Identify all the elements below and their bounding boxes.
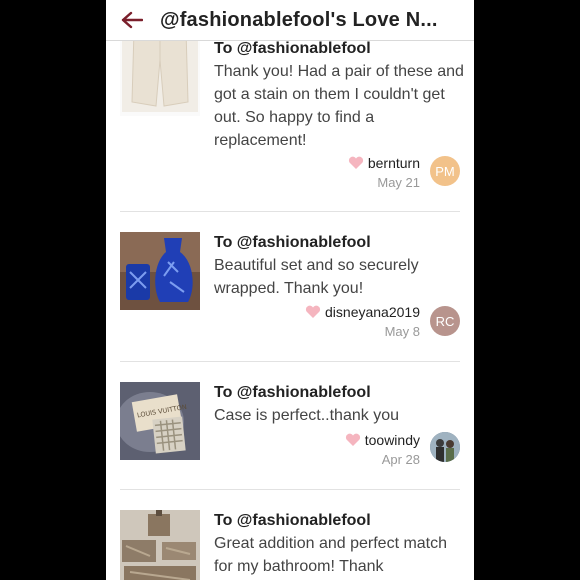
heart-icon xyxy=(305,305,321,318)
author-username[interactable]: toowindy xyxy=(365,432,420,448)
note-date: May 21 xyxy=(377,175,420,190)
author-meta: bernturn May 21 xyxy=(348,155,420,190)
divider xyxy=(120,361,460,362)
product-thumbnail-card-case[interactable]: LOUIS VUITTON xyxy=(120,382,200,460)
product-thumbnail-shorts[interactable] xyxy=(120,30,200,116)
recipient-label: To @fashionablefool xyxy=(214,512,371,529)
love-note-item[interactable]: To @fashionablefool Great addition and p… xyxy=(120,510,460,580)
back-button[interactable] xyxy=(114,0,150,40)
note-date: May 8 xyxy=(384,324,420,339)
author-row[interactable]: bernturn xyxy=(348,155,420,171)
love-note-message: Great addition and perfect match for my … xyxy=(214,535,448,575)
author-username[interactable]: bernturn xyxy=(368,155,420,171)
divider xyxy=(120,211,460,212)
back-arrow-icon xyxy=(121,11,143,29)
heart-icon xyxy=(345,433,360,446)
avatar[interactable]: RC xyxy=(430,306,460,336)
recipient-label: To @fashionablefool xyxy=(214,384,371,401)
author-username[interactable]: disneyana2019 xyxy=(325,304,420,320)
love-note-message: Case is perfect..thank you xyxy=(214,407,399,424)
love-note-item[interactable]: LOUIS VUITTON To @fashionablefool Case i… xyxy=(120,382,460,472)
author-meta: disneyana2019 May 8 xyxy=(305,304,420,339)
avatar-initials: PM xyxy=(435,163,455,179)
product-thumbnail-bathroom-set[interactable] xyxy=(120,510,200,580)
note-date: Apr 28 xyxy=(381,452,420,467)
love-note-message: Beautiful set and so securely wrapped. T… xyxy=(214,257,419,297)
product-thumbnail-glassware[interactable] xyxy=(120,232,200,310)
avatar-initials: RC xyxy=(435,313,455,329)
divider xyxy=(120,489,460,490)
author-row[interactable]: disneyana2019 xyxy=(305,304,420,320)
top-bar: @fashionablefool's Love N... xyxy=(106,0,474,41)
author-row[interactable]: toowindy xyxy=(345,432,420,448)
love-note-message: Thank you! Had a pair of these and got a… xyxy=(214,63,464,149)
heart-icon xyxy=(348,156,363,169)
author-meta: toowindy Apr 28 xyxy=(345,432,420,467)
page-title: @fashionablefool's Love N... xyxy=(160,8,438,31)
phone-screen: To @fashionablefool Thank you! Had a pai… xyxy=(106,0,474,580)
love-note-item[interactable]: To @fashionablefool Beautiful set and so… xyxy=(120,232,460,342)
avatar[interactable] xyxy=(430,432,460,462)
love-note-item[interactable]: To @fashionablefool Thank you! Had a pai… xyxy=(120,30,464,200)
avatar[interactable]: PM xyxy=(430,156,460,186)
recipient-label: To @fashionablefool xyxy=(214,40,371,57)
recipient-label: To @fashionablefool xyxy=(214,234,371,251)
